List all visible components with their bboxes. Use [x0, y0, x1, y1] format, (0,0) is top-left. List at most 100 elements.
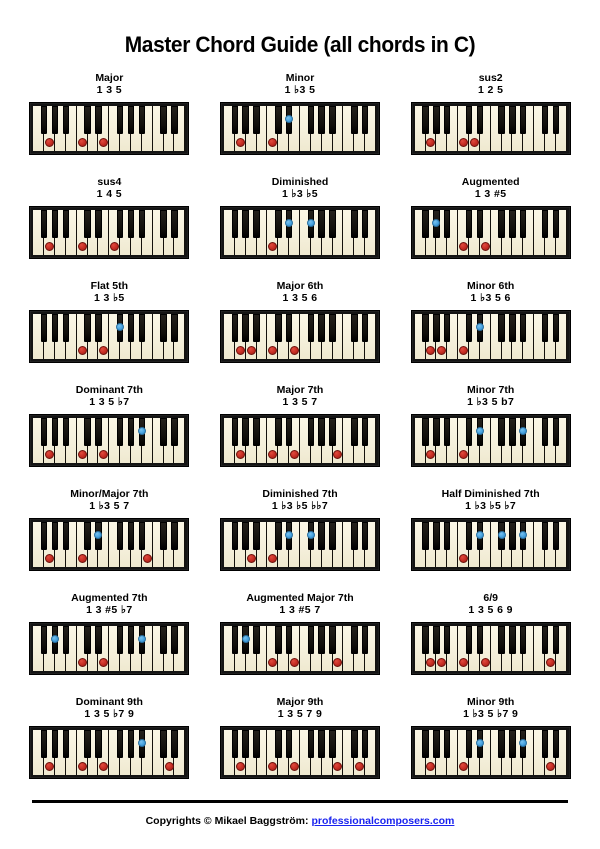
- black-key: [318, 106, 325, 135]
- black-key: [433, 106, 440, 135]
- chord-formula: 1 ♭3 ♭5 ♭7: [465, 500, 517, 513]
- black-key: [275, 314, 282, 343]
- black-key: [422, 626, 429, 655]
- black-key: [285, 314, 293, 343]
- black-key: [253, 626, 260, 655]
- chord-formula: 1 3 #5: [474, 188, 507, 201]
- black-key: [242, 730, 249, 759]
- piano-keyboard: [410, 518, 571, 572]
- black-key: [138, 522, 146, 551]
- website-link[interactable]: professionalcomposers.com: [311, 815, 454, 827]
- chord-card: Minor/Major 7th 1 ♭3 5 7: [14, 488, 205, 592]
- black-key: [476, 210, 484, 239]
- white-key-marker: [235, 762, 245, 772]
- black-key: [351, 730, 358, 759]
- black-key: [509, 522, 516, 551]
- black-key-marker: [475, 531, 484, 540]
- black-key: [552, 210, 560, 239]
- black-key: [95, 730, 102, 759]
- black-key: [422, 418, 429, 447]
- black-key: [443, 418, 451, 447]
- black-key: [552, 314, 560, 343]
- chord-name: Major 6th: [276, 280, 324, 292]
- black-key: [318, 522, 325, 551]
- black-key: [433, 418, 440, 447]
- black-key-marker: [475, 427, 484, 436]
- black-key-marker: [306, 219, 315, 228]
- chord-formula: 1 ♭3 5 6: [470, 292, 511, 305]
- chord-name: Augmented: [461, 176, 520, 188]
- black-key: [361, 314, 369, 343]
- black-key: [275, 730, 282, 759]
- chord-card: Major 7th 1 3 5 7: [205, 384, 396, 488]
- black-key: [171, 522, 178, 551]
- white-key-marker: [77, 138, 87, 148]
- chord-name: Major 9th: [276, 696, 324, 708]
- black-key: [51, 314, 59, 343]
- black-key: [171, 626, 178, 655]
- page-title: Master Chord Guide (all chords in C): [124, 32, 476, 57]
- black-key: [253, 418, 260, 447]
- piano-keyboard: [219, 310, 380, 364]
- black-key: [95, 106, 102, 135]
- black-key: [62, 730, 70, 759]
- black-key: [40, 210, 48, 239]
- piano-keyboard: [29, 622, 190, 676]
- keyboard-keys: [33, 522, 186, 568]
- black-key: [509, 106, 516, 135]
- black-key: [498, 730, 505, 759]
- black-key: [519, 210, 527, 239]
- black-key: [231, 418, 239, 447]
- white-key-marker: [142, 554, 152, 564]
- black-key: [422, 314, 429, 343]
- black-key: [84, 210, 91, 239]
- black-key: [476, 106, 484, 135]
- black-key: [351, 106, 358, 135]
- black-key: [116, 210, 124, 239]
- chord-formula: 1 ♭3 5 ♭7 9: [463, 708, 519, 721]
- chord-formula: 1 ♭3 ♭5 ♭♭7: [271, 500, 329, 513]
- black-key: [62, 418, 70, 447]
- black-key: [476, 626, 484, 655]
- black-key: [40, 314, 48, 343]
- chord-formula: 1 3 5: [96, 84, 122, 97]
- keyboard-keys: [33, 106, 186, 152]
- white-key-marker: [77, 242, 87, 252]
- black-key: [509, 418, 516, 447]
- black-key: [443, 730, 451, 759]
- black-key-marker: [306, 531, 315, 540]
- black-key: [127, 522, 135, 551]
- chord-name: Diminished: [271, 176, 329, 188]
- white-key-marker: [77, 554, 87, 564]
- black-key: [253, 522, 260, 551]
- black-key: [519, 106, 527, 135]
- chord-card: Augmented 1 3 #5: [395, 176, 586, 280]
- black-key: [116, 626, 124, 655]
- keyboard-keys: [414, 730, 567, 776]
- white-key-marker: [480, 658, 490, 668]
- black-key: [465, 210, 473, 239]
- black-key: [127, 210, 135, 239]
- black-key: [443, 210, 451, 239]
- chord-formula: 1 ♭3 5 b7: [467, 396, 515, 409]
- black-key: [465, 626, 473, 655]
- chord-formula: 1 3 5 7: [282, 396, 318, 409]
- keyboard-keys: [414, 210, 567, 256]
- black-key: [541, 626, 549, 655]
- chord-card: Major 6th 1 3 5 6: [205, 280, 396, 384]
- keyboard-keys: [414, 106, 567, 152]
- white-key-marker: [77, 762, 87, 772]
- black-key: [171, 106, 178, 135]
- piano-keyboard: [219, 414, 380, 468]
- black-key: [318, 314, 325, 343]
- black-key: [443, 314, 451, 343]
- black-key: [465, 106, 473, 135]
- keyboard-keys: [33, 314, 186, 360]
- chord-formula: 1 2 5: [477, 84, 504, 97]
- black-key: [433, 730, 440, 759]
- black-key: [275, 106, 282, 135]
- black-key: [62, 314, 70, 343]
- black-key: [160, 106, 167, 135]
- black-key: [498, 106, 505, 135]
- chord-card: Major 9th 1 3 5 7 9: [205, 696, 396, 800]
